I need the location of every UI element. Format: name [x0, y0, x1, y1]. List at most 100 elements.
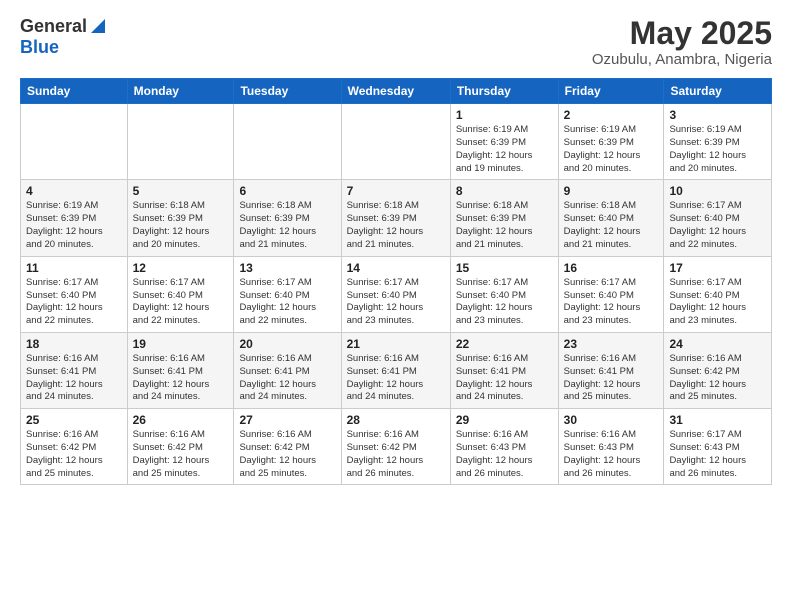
- day-number: 9: [564, 184, 659, 198]
- calendar-cell: [341, 104, 450, 180]
- calendar-cell: [127, 104, 234, 180]
- day-info: Sunrise: 6:18 AM Sunset: 6:40 PM Dayligh…: [564, 200, 659, 251]
- day-number: 21: [347, 337, 445, 351]
- day-info: Sunrise: 6:19 AM Sunset: 6:39 PM Dayligh…: [669, 124, 766, 175]
- day-info: Sunrise: 6:16 AM Sunset: 6:42 PM Dayligh…: [26, 429, 122, 480]
- calendar-cell: 29Sunrise: 6:16 AM Sunset: 6:43 PM Dayli…: [450, 409, 558, 485]
- logo-blue-text: Blue: [20, 37, 59, 57]
- calendar-cell: 12 Sunrise: 6:17 AM Sunset: 6:40 PM Dayli…: [127, 256, 234, 332]
- day-info: Sunrise: 6:19 AM Sunset: 6:39 PM Dayligh…: [26, 200, 122, 251]
- day-number: 19: [133, 337, 229, 351]
- calendar-cell: 27 Sunrise: 6:16 AM Sunset: 6:42 PM Dayli…: [234, 409, 341, 485]
- day-number: 5: [133, 184, 229, 198]
- calendar-cell: 20Sunrise: 6:16 AM Sunset: 6:41 PM Dayli…: [234, 332, 341, 408]
- day-info: Sunrise: 6:17 AM Sunset: 6:43 PM Dayligh…: [669, 429, 766, 480]
- calendar-week-row: 1 Sunrise: 6:19 AM Sunset: 6:39 PM Daylig…: [21, 104, 772, 180]
- calendar-table: SundayMondayTuesdayWednesdayThursdayFrid…: [20, 78, 772, 485]
- calendar-cell: 11 Sunrise: 6:17 AM Sunset: 6:40 PM Dayli…: [21, 256, 128, 332]
- day-info: Sunrise: 6:16 AM Sunset: 6:42 PM Dayligh…: [239, 429, 335, 480]
- calendar-cell: [234, 104, 341, 180]
- col-header-wednesday: Wednesday: [341, 79, 450, 104]
- day-number: 8: [456, 184, 553, 198]
- calendar-cell: 6 Sunrise: 6:18 AM Sunset: 6:39 PM Daylig…: [234, 180, 341, 256]
- day-info: Sunrise: 6:16 AM Sunset: 6:41 PM Dayligh…: [564, 353, 659, 404]
- main-title: May 2025: [592, 16, 772, 51]
- title-block: May 2025 Ozubulu, Anambra, Nigeria: [592, 16, 772, 68]
- day-info: Sunrise: 6:16 AM Sunset: 6:42 PM Dayligh…: [347, 429, 445, 480]
- day-info: Sunrise: 6:19 AM Sunset: 6:39 PM Dayligh…: [456, 124, 553, 175]
- day-info: Sunrise: 6:17 AM Sunset: 6:40 PM Dayligh…: [564, 277, 659, 328]
- calendar-week-row: 4 Sunrise: 6:19 AM Sunset: 6:39 PM Daylig…: [21, 180, 772, 256]
- col-header-sunday: Sunday: [21, 79, 128, 104]
- calendar-cell: 30 Sunrise: 6:16 AM Sunset: 6:43 PM Dayli…: [558, 409, 664, 485]
- calendar-cell: 1 Sunrise: 6:19 AM Sunset: 6:39 PM Daylig…: [450, 104, 558, 180]
- calendar-cell: 28 Sunrise: 6:16 AM Sunset: 6:42 PM Dayli…: [341, 409, 450, 485]
- calendar-cell: 2Sunrise: 6:19 AM Sunset: 6:39 PM Daylig…: [558, 104, 664, 180]
- day-info: Sunrise: 6:17 AM Sunset: 6:40 PM Dayligh…: [669, 200, 766, 251]
- day-info: Sunrise: 6:18 AM Sunset: 6:39 PM Dayligh…: [347, 200, 445, 251]
- day-info: Sunrise: 6:16 AM Sunset: 6:43 PM Dayligh…: [564, 429, 659, 480]
- calendar-cell: 23 Sunrise: 6:16 AM Sunset: 6:41 PM Dayli…: [558, 332, 664, 408]
- calendar-cell: 4 Sunrise: 6:19 AM Sunset: 6:39 PM Daylig…: [21, 180, 128, 256]
- day-number: 6: [239, 184, 335, 198]
- calendar-cell: 3 Sunrise: 6:19 AM Sunset: 6:39 PM Daylig…: [664, 104, 772, 180]
- day-number: 31: [669, 413, 766, 427]
- day-number: 30: [564, 413, 659, 427]
- day-number: 25: [26, 413, 122, 427]
- day-number: 29: [456, 413, 553, 427]
- calendar-cell: 5Sunrise: 6:18 AM Sunset: 6:39 PM Daylig…: [127, 180, 234, 256]
- col-header-tuesday: Tuesday: [234, 79, 341, 104]
- day-info: Sunrise: 6:17 AM Sunset: 6:40 PM Dayligh…: [133, 277, 229, 328]
- day-info: Sunrise: 6:16 AM Sunset: 6:42 PM Dayligh…: [133, 429, 229, 480]
- calendar-week-row: 25 Sunrise: 6:16 AM Sunset: 6:42 PM Dayli…: [21, 409, 772, 485]
- calendar-cell: 22 Sunrise: 6:16 AM Sunset: 6:41 PM Dayli…: [450, 332, 558, 408]
- subtitle: Ozubulu, Anambra, Nigeria: [592, 51, 772, 68]
- day-info: Sunrise: 6:16 AM Sunset: 6:41 PM Dayligh…: [133, 353, 229, 404]
- logo-general-text: General: [20, 16, 87, 37]
- day-info: Sunrise: 6:16 AM Sunset: 6:41 PM Dayligh…: [347, 353, 445, 404]
- day-number: 27: [239, 413, 335, 427]
- page: General Blue May 2025 Ozubulu, Anambra, …: [0, 0, 792, 612]
- day-number: 26: [133, 413, 229, 427]
- calendar-cell: 31 Sunrise: 6:17 AM Sunset: 6:43 PM Dayli…: [664, 409, 772, 485]
- day-number: 23: [564, 337, 659, 351]
- logo-triangle-icon: [89, 17, 107, 35]
- day-number: 15: [456, 261, 553, 275]
- calendar-cell: 26 Sunrise: 6:16 AM Sunset: 6:42 PM Dayli…: [127, 409, 234, 485]
- day-number: 22: [456, 337, 553, 351]
- calendar-header-row: SundayMondayTuesdayWednesdayThursdayFrid…: [21, 79, 772, 104]
- day-number: 1: [456, 108, 553, 122]
- header: General Blue May 2025 Ozubulu, Anambra, …: [20, 16, 772, 68]
- day-number: 7: [347, 184, 445, 198]
- calendar-cell: 18Sunrise: 6:16 AM Sunset: 6:41 PM Dayli…: [21, 332, 128, 408]
- day-number: 20: [239, 337, 335, 351]
- day-info: Sunrise: 6:17 AM Sunset: 6:40 PM Dayligh…: [347, 277, 445, 328]
- calendar-cell: 19 Sunrise: 6:16 AM Sunset: 6:41 PM Dayli…: [127, 332, 234, 408]
- day-number: 28: [347, 413, 445, 427]
- day-info: Sunrise: 6:16 AM Sunset: 6:42 PM Dayligh…: [669, 353, 766, 404]
- calendar-cell: 10 Sunrise: 6:17 AM Sunset: 6:40 PM Dayli…: [664, 180, 772, 256]
- calendar-cell: 24Sunrise: 6:16 AM Sunset: 6:42 PM Dayli…: [664, 332, 772, 408]
- day-info: Sunrise: 6:17 AM Sunset: 6:40 PM Dayligh…: [456, 277, 553, 328]
- day-number: 3: [669, 108, 766, 122]
- calendar-cell: 21 Sunrise: 6:16 AM Sunset: 6:41 PM Dayli…: [341, 332, 450, 408]
- col-header-monday: Monday: [127, 79, 234, 104]
- calendar-cell: [21, 104, 128, 180]
- day-number: 2: [564, 108, 659, 122]
- day-info: Sunrise: 6:17 AM Sunset: 6:40 PM Dayligh…: [669, 277, 766, 328]
- day-number: 4: [26, 184, 122, 198]
- calendar-week-row: 11 Sunrise: 6:17 AM Sunset: 6:40 PM Dayli…: [21, 256, 772, 332]
- day-info: Sunrise: 6:16 AM Sunset: 6:41 PM Dayligh…: [26, 353, 122, 404]
- day-info: Sunrise: 6:18 AM Sunset: 6:39 PM Dayligh…: [239, 200, 335, 251]
- day-info: Sunrise: 6:18 AM Sunset: 6:39 PM Dayligh…: [456, 200, 553, 251]
- calendar-cell: 15 Sunrise: 6:17 AM Sunset: 6:40 PM Dayli…: [450, 256, 558, 332]
- day-info: Sunrise: 6:17 AM Sunset: 6:40 PM Dayligh…: [26, 277, 122, 328]
- day-info: Sunrise: 6:17 AM Sunset: 6:40 PM Dayligh…: [239, 277, 335, 328]
- day-number: 11: [26, 261, 122, 275]
- calendar-cell: 17Sunrise: 6:17 AM Sunset: 6:40 PM Dayli…: [664, 256, 772, 332]
- day-number: 12: [133, 261, 229, 275]
- day-info: Sunrise: 6:16 AM Sunset: 6:41 PM Dayligh…: [456, 353, 553, 404]
- day-number: 10: [669, 184, 766, 198]
- col-header-saturday: Saturday: [664, 79, 772, 104]
- day-number: 13: [239, 261, 335, 275]
